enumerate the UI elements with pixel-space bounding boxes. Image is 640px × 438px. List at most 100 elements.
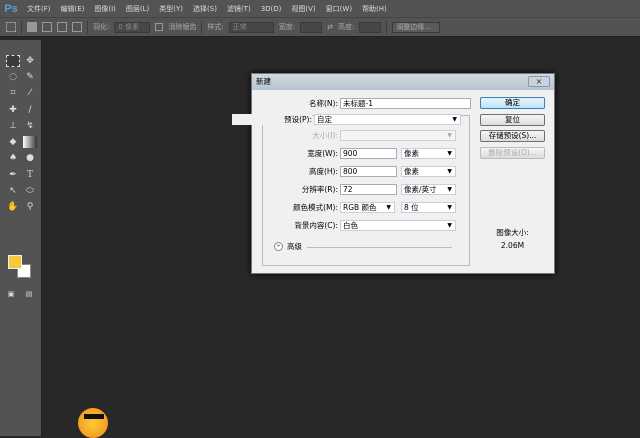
chevron-down-icon: ▼ [447,150,452,157]
image-size-label: 图像大小: [496,228,529,237]
gradient-tool-icon[interactable] [23,136,37,148]
pen-tool-icon[interactable]: ✒ [6,169,20,181]
new-selection-icon[interactable] [27,22,37,32]
reset-button[interactable]: 复位 [480,114,545,126]
background-contents-value: 白色 [343,221,358,230]
divider [386,20,388,34]
width-unit-value: 像素 [404,149,419,158]
menu-type[interactable]: 类型(Y) [154,4,188,14]
menu-layer[interactable]: 图层(L) [121,4,154,14]
clone-stamp-icon[interactable]: ⊥ [6,120,20,132]
bit-depth-select[interactable]: 8 位 ▼ [401,202,456,213]
style-select[interactable]: 正常 [228,21,274,33]
crop-tool-icon[interactable]: ⌗ [6,87,20,99]
resolution-label: 分辨率(R): [301,185,338,194]
width-input[interactable]: 900 [340,148,397,159]
width-unit-select[interactable]: 像素 ▼ [401,148,456,159]
foreground-color-swatch[interactable] [8,255,22,269]
eraser-tool-icon[interactable]: ◆ [6,136,20,148]
antialias-label: 消除锯齿 [168,23,197,31]
screen-mode-icon[interactable]: ▤ [22,288,36,300]
name-label: 名称(N): [309,99,338,108]
menu-edit[interactable]: 编辑(E) [56,4,90,14]
menu-image[interactable]: 图像(I) [89,4,121,14]
name-input[interactable]: 未标题-1 [340,98,471,109]
background-contents-select[interactable]: 白色 ▼ [340,220,456,231]
menu-file[interactable]: 文件(F) [22,4,56,14]
resolution-input[interactable]: 72 [340,184,397,195]
healing-brush-icon[interactable]: ✚ [6,104,20,116]
hand-tool-icon[interactable]: ✋ [6,201,20,213]
chevron-down-icon: ▼ [452,116,457,123]
divider [201,20,203,34]
marquee-tool-icon[interactable] [6,55,20,67]
history-brush-icon[interactable]: ↯ [23,120,37,132]
sun-sticker-icon [78,408,108,438]
move-tool-icon[interactable]: ✥ [23,55,37,67]
width-label: 宽度: [278,23,296,31]
lasso-tool-icon[interactable]: ◌ [6,71,20,83]
menu-window[interactable]: 窗口(W) [321,4,357,14]
image-size-value: 2.06M [500,241,525,250]
color-mode-label: 颜色模式(M): [293,203,338,212]
save-preset-button[interactable]: 存储预设(S)... [480,130,545,142]
advanced-label[interactable]: 高级 [287,242,302,251]
menu-3d[interactable]: 3D(D) [256,5,287,13]
antialias-checkbox[interactable] [155,23,164,31]
style-label: 样式: [207,23,224,31]
refine-edge-button[interactable]: 调整边缘... [392,21,441,33]
divider [87,20,88,34]
delete-preset-button: 删除预设(D)... [480,147,545,159]
menu-filter[interactable]: 滤镜(T) [222,4,256,14]
brush-tool-icon[interactable]: / [23,104,37,116]
intersect-selection-icon[interactable] [72,22,82,32]
background-contents-label: 背景内容(C): [294,221,338,230]
type-tool-icon[interactable]: T [23,169,37,181]
blur-tool-icon[interactable]: ♠ [6,152,20,164]
preset-value: 自定 [317,115,332,124]
height-input[interactable]: 800 [340,166,397,177]
add-selection-icon[interactable] [42,22,52,32]
resolution-unit-value: 像素/英寸 [404,185,437,194]
ok-button[interactable]: 确定 [480,97,545,109]
subtract-selection-icon[interactable] [57,22,67,32]
color-mode-select[interactable]: RGB 颜色 ▼ [340,202,395,213]
quick-select-tool-icon[interactable]: ✎ [23,71,37,83]
divider [21,20,22,34]
preset-select[interactable]: 自定 ▼ [314,114,461,125]
zoom-tool-icon[interactable]: ⚲ [23,201,37,213]
photoshop-logo: Ps [4,2,18,15]
menu-help[interactable]: 帮助(H) [357,4,392,14]
chevron-down-icon: ▼ [447,222,452,229]
resolution-unit-select[interactable]: 像素/英寸 ▼ [401,184,456,195]
height-unit-select[interactable]: 像素 ▼ [401,166,456,177]
menu-select[interactable]: 选择(S) [188,4,222,14]
eyedropper-tool-icon[interactable]: ⁄ [23,87,37,99]
advanced-toggle-icon[interactable]: » [274,242,283,251]
dodge-tool-icon[interactable]: ● [23,152,37,164]
divider [307,247,452,248]
options-bar: 羽化: 0 像素 消除锯齿 样式: 正常 宽度: ⇄ 高度: 调整边缘... [0,17,640,37]
chevron-down-icon: ▼ [386,204,391,211]
feather-input[interactable]: 0 像素 [114,21,151,33]
menu-view[interactable]: 视图(V) [286,4,320,14]
height-input[interactable] [359,21,382,33]
chevron-down-icon: ▼ [447,186,452,193]
marquee-tool-preset-icon[interactable] [6,22,16,32]
width-input[interactable] [300,21,323,33]
ellipse-tool-icon[interactable]: ⬭ [23,185,37,197]
width-label: 宽度(W): [307,149,338,158]
height-label: 高度(H): [308,167,338,176]
path-select-icon[interactable]: ↖ [6,185,20,197]
preset-label: 预设(P): [232,114,312,125]
swap-icon[interactable]: ⇄ [327,23,333,31]
height-label: 高度: [337,23,355,31]
quick-mask-icon[interactable]: ▣ [4,288,18,300]
chevron-down-icon: ▼ [447,132,452,139]
chevron-down-icon: ▼ [447,168,452,175]
color-mode-value: RGB 颜色 [343,203,377,212]
size-select: ▼ [340,130,456,141]
close-button[interactable]: × [528,76,550,87]
menu-bar: Ps 文件(F) 编辑(E) 图像(I) 图层(L) 类型(Y) 选择(S) 滤… [0,0,640,17]
dialog-title: 新建 [252,74,554,90]
